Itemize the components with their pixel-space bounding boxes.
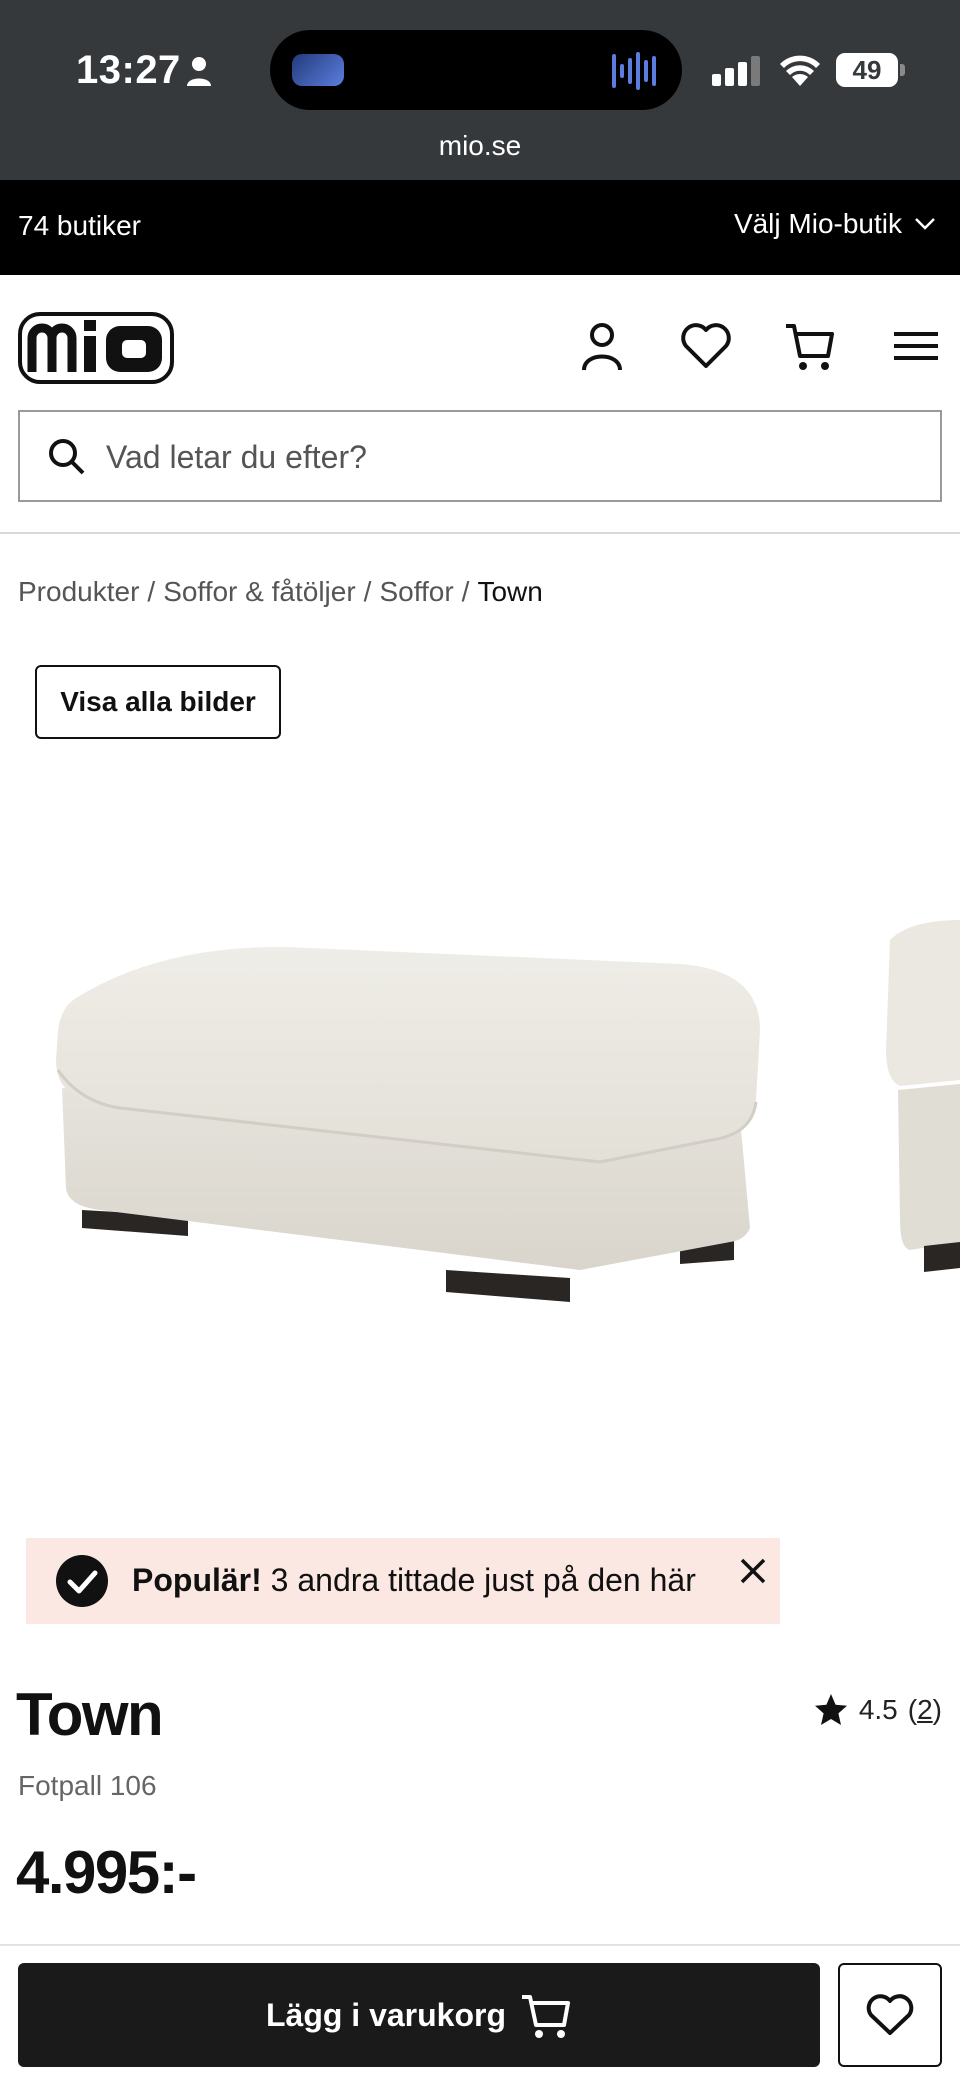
breadcrumb-link-produkter[interactable]: Produkter <box>18 576 139 608</box>
dynamic-island <box>270 30 682 110</box>
header-divider <box>0 532 960 534</box>
search-box <box>18 410 942 502</box>
star-icon <box>814 1694 847 1725</box>
breadcrumb-separator: / <box>363 576 372 607</box>
heart-icon <box>866 1994 914 2035</box>
app-thumbnail-icon <box>292 54 344 86</box>
user-icon[interactable] <box>576 320 628 372</box>
product-rating[interactable]: 4.5 (2) <box>813 1692 942 1728</box>
popular-banner: Populär! 3 andra tittade just på den här <box>26 1538 780 1624</box>
add-to-cart-label: Lägg i varukorg <box>265 1996 507 2033</box>
show-all-images-button[interactable]: Visa alla bilder <box>35 665 281 739</box>
check-circle-icon <box>56 1555 108 1607</box>
wifi-icon <box>780 55 820 86</box>
audio-wave-icon <box>612 52 656 90</box>
breadcrumb-link-soffor[interactable]: Soffor <box>379 576 453 608</box>
cart-icon[interactable] <box>784 320 836 372</box>
search-input[interactable] <box>106 430 906 484</box>
search-icon[interactable] <box>46 436 86 476</box>
store-select-label: Välj Mio-butik <box>733 208 902 239</box>
mio-logo[interactable] <box>18 312 174 384</box>
person-icon <box>187 57 211 86</box>
store-bar: 74 butiker Välj Mio-butik <box>0 180 960 275</box>
url-bar[interactable]: mio.se <box>0 130 960 162</box>
popular-label: Populär! <box>132 1562 262 1598</box>
breadcrumb-link-soffor-fatoljer[interactable]: Soffor & fåtöljer <box>163 576 355 608</box>
store-select-button[interactable]: Välj Mio-butik <box>734 208 936 240</box>
close-icon[interactable] <box>738 1556 768 1586</box>
rating-count[interactable]: 2 <box>917 1694 933 1725</box>
signal-icon <box>712 56 760 86</box>
favorite-button[interactable] <box>838 1963 942 2067</box>
next-product-image[interactable] <box>880 920 960 1300</box>
product-price: 4.995:- <box>16 1839 197 1906</box>
status-bar: 13:27 49 mio.se <box>0 0 960 180</box>
breadcrumb-separator: / <box>461 576 470 607</box>
breadcrumb: Produkter / Soffor & fåtöljer / Soffor /… <box>18 576 543 608</box>
bottom-divider <box>0 1944 960 1946</box>
store-count: 74 butiker <box>18 210 141 241</box>
add-to-cart-button[interactable]: Lägg i varukorg <box>18 1963 820 2067</box>
product-variant: Fotpall 106 <box>18 1770 157 1801</box>
breadcrumb-current: Town <box>477 576 543 607</box>
rating-count-wrapper[interactable]: (2) <box>908 1694 942 1726</box>
breadcrumb-separator: / <box>147 576 156 607</box>
chevron-down-icon <box>915 218 935 230</box>
menu-icon[interactable] <box>890 320 942 372</box>
status-time: 13:27 <box>76 48 181 92</box>
rating-value: 4.5 <box>858 1694 898 1725</box>
heart-icon[interactable] <box>680 320 732 372</box>
product-image[interactable] <box>40 920 780 1340</box>
popular-message: Populär! 3 andra tittade just på den här <box>132 1562 696 1599</box>
battery-tip <box>900 64 905 76</box>
product-title: Town <box>16 1681 164 1748</box>
battery-indicator: 49 <box>836 53 898 87</box>
cart-icon <box>522 1995 571 2038</box>
battery-level: 49 <box>852 55 882 85</box>
popular-text: 3 andra tittade just på den här <box>270 1562 696 1598</box>
